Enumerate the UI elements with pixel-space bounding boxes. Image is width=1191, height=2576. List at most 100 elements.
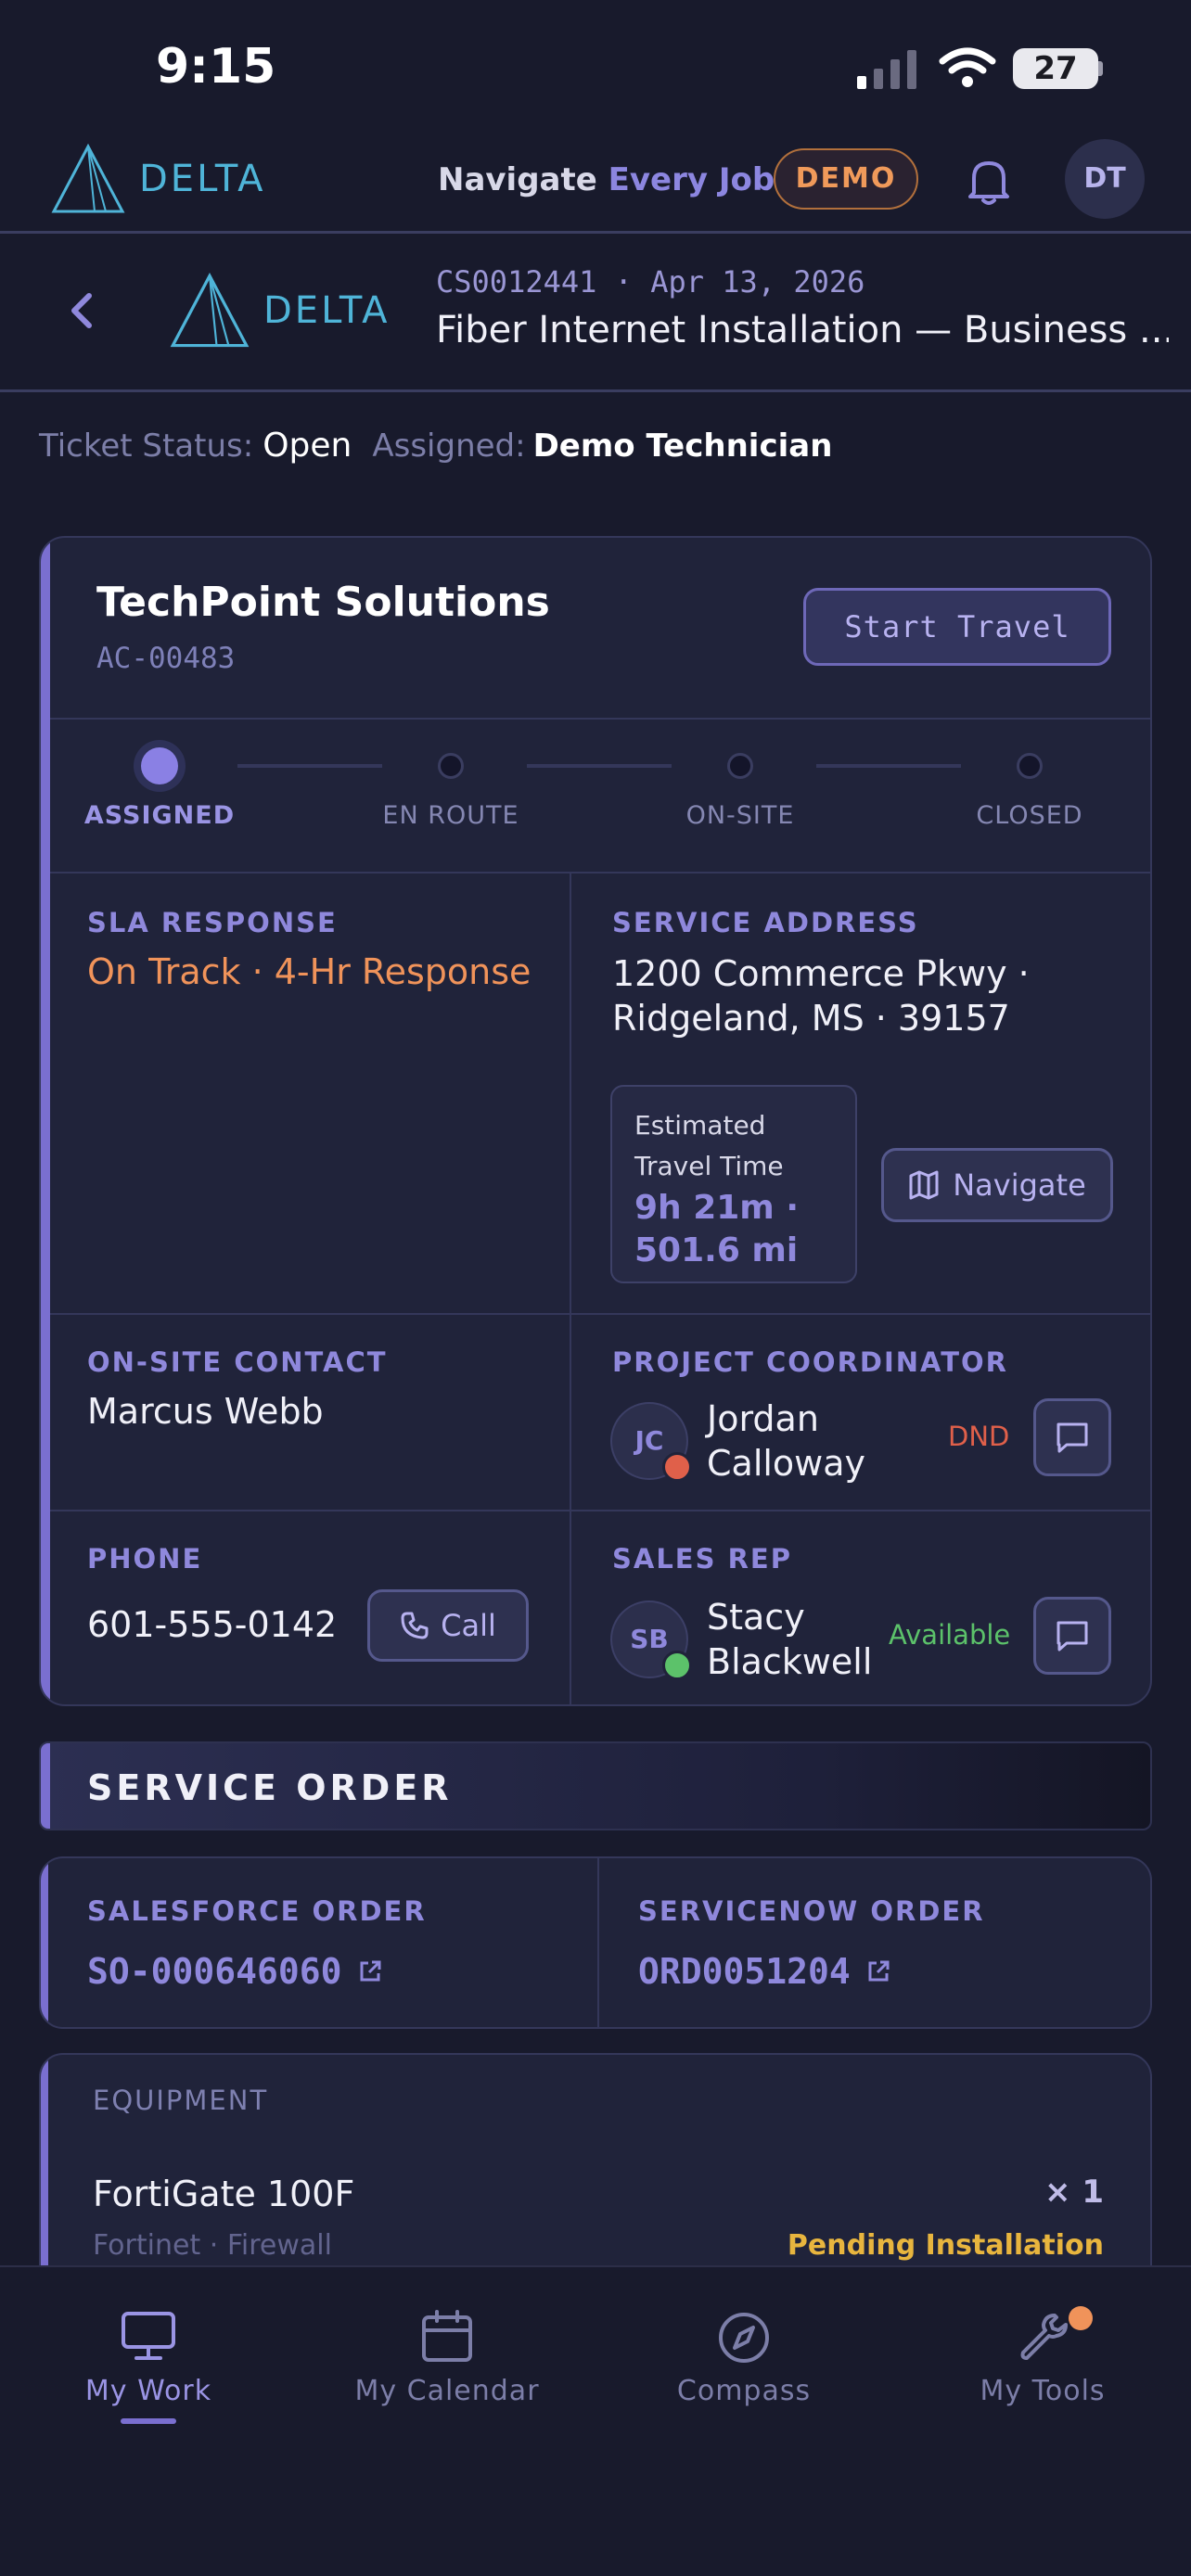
map-icon <box>909 1170 939 1200</box>
step-label-en-route: EN ROUTE <box>382 801 519 830</box>
tab-compass[interactable]: Compass <box>596 2310 892 2407</box>
cellular-signal-icon <box>857 50 916 89</box>
equipment-details: Fortinet · Firewall <box>93 2229 332 2262</box>
ticket-brand-name: DELTA <box>263 289 391 332</box>
step-dot-assigned <box>141 747 178 784</box>
message-coordinator-button[interactable] <box>1033 1398 1111 1476</box>
calendar-icon <box>422 2310 472 2362</box>
servicenow-order-number: ORD0051204 <box>638 1951 851 1992</box>
status-value: Open <box>263 427 352 465</box>
sales-rep-first-name: Stacy <box>707 1597 805 1638</box>
tab-label: My Tools <box>980 2375 1106 2407</box>
external-link-icon <box>360 1960 381 1982</box>
salesforce-order-link[interactable]: SO-000646060 <box>87 1951 383 1992</box>
coordinator-first-name: Jordan <box>707 1398 819 1439</box>
chat-icon <box>1057 1422 1088 1453</box>
servicenow-order-link[interactable]: ORD0051204 <box>638 1951 891 1992</box>
user-avatar[interactable]: DT <box>1065 139 1145 219</box>
banner-accent-bar <box>41 1743 50 1829</box>
ticket-delta-logo: DELTA <box>169 272 391 350</box>
equipment-quantity: × 1 <box>1044 2174 1104 2211</box>
step-dot-on-site <box>727 753 753 779</box>
coordinator-status: DND <box>948 1421 1010 1452</box>
sales-rep-avatar: SB <box>610 1600 692 1680</box>
step-dot-en-route <box>438 753 464 779</box>
step-label-assigned: ASSIGNED <box>83 801 236 830</box>
status-bar: 9:15 27 <box>0 0 1191 130</box>
coordinator-label: PROJECT COORDINATOR <box>612 1346 1009 1378</box>
card-accent-bar <box>41 1858 48 2027</box>
delta-logo[interactable]: DELTA <box>50 143 266 215</box>
eta-label-1: Estimated <box>634 1110 766 1141</box>
ticket-id-line: CS0012441 · Apr 13, 2026 <box>436 264 865 300</box>
coordinator-name: Jordan Calloway <box>707 1396 865 1486</box>
message-sales-rep-button[interactable] <box>1033 1597 1111 1675</box>
salesforce-order-label: SALESFORCE ORDER <box>87 1895 427 1927</box>
ticket-header: DELTA CS0012441 · Apr 13, 2026 Fiber Int… <box>0 236 1191 392</box>
sla-label: SLA RESPONSE <box>87 907 338 938</box>
bell-icon[interactable] <box>965 156 1013 208</box>
equipment-label: EQUIPMENT <box>93 2085 269 2116</box>
sales-rep-name: Stacy Blackwell <box>707 1595 872 1684</box>
tagline: Navigate Every Job <box>438 161 775 198</box>
call-button[interactable]: Call <box>367 1589 529 1662</box>
service-order-header: SERVICE ORDER <box>39 1741 1152 1830</box>
column-divider <box>570 874 571 1704</box>
navigate-button[interactable]: Navigate <box>881 1148 1113 1222</box>
tab-label: My Work <box>84 2375 212 2407</box>
demo-badge: DEMO <box>774 148 918 210</box>
divider <box>50 718 1150 720</box>
tagline-part2: Every Job <box>608 161 775 198</box>
wrench-icon <box>1020 2314 1068 2360</box>
active-tab-indicator <box>121 2418 176 2424</box>
step-connector <box>816 764 961 768</box>
sales-rep: SB Stacy Blackwell <box>610 1595 872 1684</box>
tab-my-work[interactable]: My Work <box>0 2310 297 2424</box>
sales-rep-last-name: Blackwell <box>707 1641 873 1682</box>
divider <box>50 872 1150 874</box>
column-divider <box>597 1858 599 2027</box>
battery-nub <box>1098 61 1103 76</box>
notification-dot <box>1069 2306 1093 2330</box>
external-link-icon <box>868 1960 890 1982</box>
assigned-label: Assigned: <box>372 427 526 465</box>
sales-rep-status: Available <box>889 1619 1011 1651</box>
address-label: SERVICE ADDRESS <box>612 907 919 938</box>
tab-my-calendar[interactable]: My Calendar <box>299 2310 596 2407</box>
tab-label: My Calendar <box>354 2375 540 2407</box>
tagline-part1: Navigate <box>438 161 597 198</box>
wifi-icon <box>939 47 996 87</box>
tab-label: Compass <box>676 2375 812 2407</box>
sla-value: On Track · 4-Hr Response <box>87 951 531 992</box>
equipment-name: FortiGate 100F <box>93 2174 355 2214</box>
monitor-icon <box>122 2312 175 2360</box>
step-label-closed: CLOSED <box>976 801 1083 830</box>
divider <box>50 1510 1150 1511</box>
battery-indicator: 27 <box>1013 48 1098 89</box>
start-travel-button[interactable]: Start Travel <box>803 588 1111 666</box>
company-name: TechPoint Solutions <box>96 579 550 626</box>
bottom-tab-bar: My Work My Calendar Compass My Tools <box>0 2265 1191 2576</box>
coordinator-initials: JC <box>634 1425 664 1456</box>
order-numbers-card: SALESFORCE ORDER SO-000646060 SERVICENOW… <box>39 1856 1152 2029</box>
equipment-status: Pending Installation <box>787 2229 1104 2262</box>
tab-my-tools[interactable]: My Tools <box>894 2310 1191 2407</box>
compass-icon <box>719 2313 769 2363</box>
step-connector <box>237 764 382 768</box>
delta-triangle-icon <box>170 272 250 348</box>
back-chevron-icon[interactable] <box>65 288 98 333</box>
coordinator-avatar: JC <box>610 1402 692 1482</box>
dnd-status-dot <box>662 1452 692 1482</box>
ticket-title: Fiber Internet Installation — Business .… <box>436 309 1169 351</box>
coordinator: JC Jordan Calloway <box>610 1396 865 1486</box>
servicenow-order-label: SERVICENOW ORDER <box>638 1895 985 1927</box>
assigned-value: Demo Technician <box>532 427 833 465</box>
address-line-1: 1200 Commerce Pkwy · <box>612 953 1030 994</box>
app-bar: DELTA Navigate Every Job DEMO DT <box>0 130 1191 234</box>
address-line-2: Ridgeland, MS · 39157 <box>612 998 1010 1039</box>
sales-rep-initials: SB <box>630 1624 669 1654</box>
call-label: Call <box>441 1608 496 1643</box>
phone-label: PHONE <box>87 1543 203 1575</box>
brand-name: DELTA <box>139 158 266 200</box>
chat-icon <box>1057 1621 1088 1651</box>
